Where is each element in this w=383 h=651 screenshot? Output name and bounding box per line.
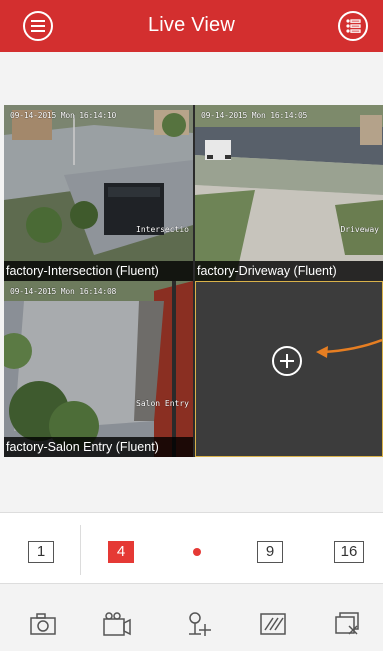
osd-timestamp: 09-14-2015 Mon 16:14:10: [10, 111, 117, 120]
camera-tile-intersection[interactable]: 09-14-2015 Mon 16:14:10 Intersectio fact…: [4, 105, 193, 281]
osd-timestamp: 09-14-2015 Mon 16:14:08: [10, 287, 117, 296]
page-title: Live View: [147, 14, 236, 36]
camera-tile-driveway[interactable]: 09-14-2015 Mon 16:14:05 Driveway factory…: [195, 105, 383, 281]
quality-icon[interactable]: [258, 609, 288, 639]
osd-camera-name: Salon Entry: [136, 399, 189, 408]
bottom-toolbar: [0, 597, 383, 651]
ptz-icon[interactable]: [184, 609, 214, 639]
add-camera-icon[interactable]: [272, 346, 302, 376]
camera-feed-image: [195, 105, 383, 281]
split-layout-bar: 1 4 9 16: [0, 512, 383, 584]
osd-camera-name: Intersectio: [136, 225, 189, 234]
layout-4-button[interactable]: 4: [108, 541, 134, 563]
arrow-hint-icon: [316, 338, 382, 358]
camera-label: factory-Salon Entry (Fluent): [4, 437, 193, 457]
layout-1-button[interactable]: 1: [28, 541, 54, 563]
camera-feed-image: [4, 281, 193, 457]
camera-tile-salon-entry[interactable]: 09-14-2015 Mon 16:14:08 Salon Entry fact…: [4, 281, 193, 457]
device-list-icon[interactable]: [338, 11, 368, 41]
divider: [80, 525, 81, 575]
osd-camera-name: Driveway: [340, 225, 379, 234]
header-bar: Live View: [0, 0, 383, 52]
live-view-grid: 09-14-2015 Mon 16:14:10 Intersectio fact…: [4, 105, 383, 457]
camera-feed-image: [4, 105, 193, 281]
osd-timestamp: 09-14-2015 Mon 16:14:05: [201, 111, 308, 120]
camera-label: factory-Driveway (Fluent): [195, 261, 383, 281]
close-all-icon[interactable]: [333, 609, 363, 639]
layout-9-button[interactable]: 9: [257, 541, 283, 563]
record-icon[interactable]: [102, 609, 132, 639]
live-view-screen: Live View 09-14-2015 Mon 16:14:10 Inters…: [0, 0, 383, 651]
capture-icon[interactable]: [28, 609, 58, 639]
camera-label: factory-Intersection (Fluent): [4, 261, 193, 281]
empty-camera-tile[interactable]: [195, 281, 383, 457]
page-indicator-dot: [193, 548, 201, 556]
layout-16-button[interactable]: 16: [334, 541, 364, 563]
